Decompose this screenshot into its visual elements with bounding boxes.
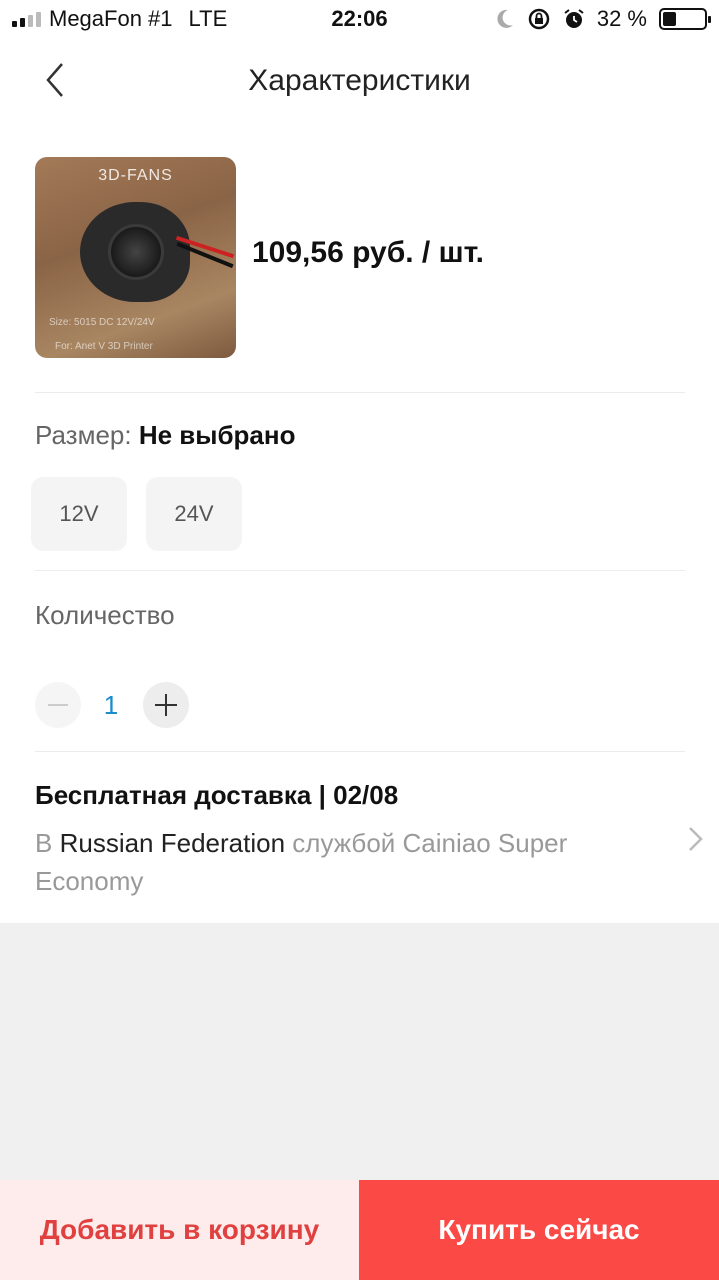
quantity-label: Количество [35, 600, 175, 630]
shipping-destination: Russian Federation [59, 828, 286, 858]
product-image-spec: Size: 5015 DC 12V/24V [49, 317, 155, 328]
quantity-decrease-button[interactable] [35, 682, 81, 728]
fan-hub [108, 224, 164, 280]
battery-percent: 32 % [596, 6, 647, 31]
product-image-usage: For: Anet V 3D Printer [55, 341, 153, 352]
moon-icon [497, 9, 513, 28]
size-selected-value: Не выбрано [138, 420, 296, 450]
alarm-icon [564, 9, 584, 28]
shipping-description[interactable]: В Russian Federation службой Cainiao Sup… [35, 824, 635, 900]
rotation-lock-icon [528, 8, 550, 30]
product-image[interactable]: 3D-FANS Size: 5015 DC 12V/24V For: Anet … [35, 157, 236, 358]
product-price: 109,56 руб. / шт. [252, 236, 484, 269]
status-bar: MegaFon #1 LTE 22:06 32 % [0, 0, 719, 40]
page-title: Характеристики [248, 64, 471, 97]
divider [35, 392, 685, 393]
options-panel: 3D-FANS Size: 5015 DC 12V/24V For: Anet … [0, 124, 719, 923]
battery-icon [659, 8, 711, 30]
shipping-title: Бесплатная доставка | 02/08 [35, 780, 399, 810]
divider [35, 570, 685, 571]
battery-fill [663, 12, 676, 26]
quantity-increase-button[interactable] [143, 682, 189, 728]
buy-now-button[interactable]: Купить сейчас [359, 1180, 719, 1280]
product-image-brand: 3D-FANS [98, 167, 173, 184]
nav-bar: Характеристики [0, 40, 719, 124]
size-label: Размер: Не выбрано [35, 420, 295, 451]
quantity-value[interactable]: 1 [96, 690, 126, 721]
shipping-prefix: В [35, 828, 53, 858]
fan-illustration [80, 202, 190, 302]
size-label-text: Размер: [35, 420, 132, 450]
size-option-24v[interactable]: 24V [146, 477, 242, 551]
add-to-cart-button[interactable]: Добавить в корзину [0, 1180, 359, 1280]
status-bar-right: 32 % [495, 6, 711, 32]
size-option-12v[interactable]: 12V [31, 477, 127, 551]
divider [35, 751, 685, 752]
shipping-chevron-icon[interactable] [682, 824, 708, 854]
